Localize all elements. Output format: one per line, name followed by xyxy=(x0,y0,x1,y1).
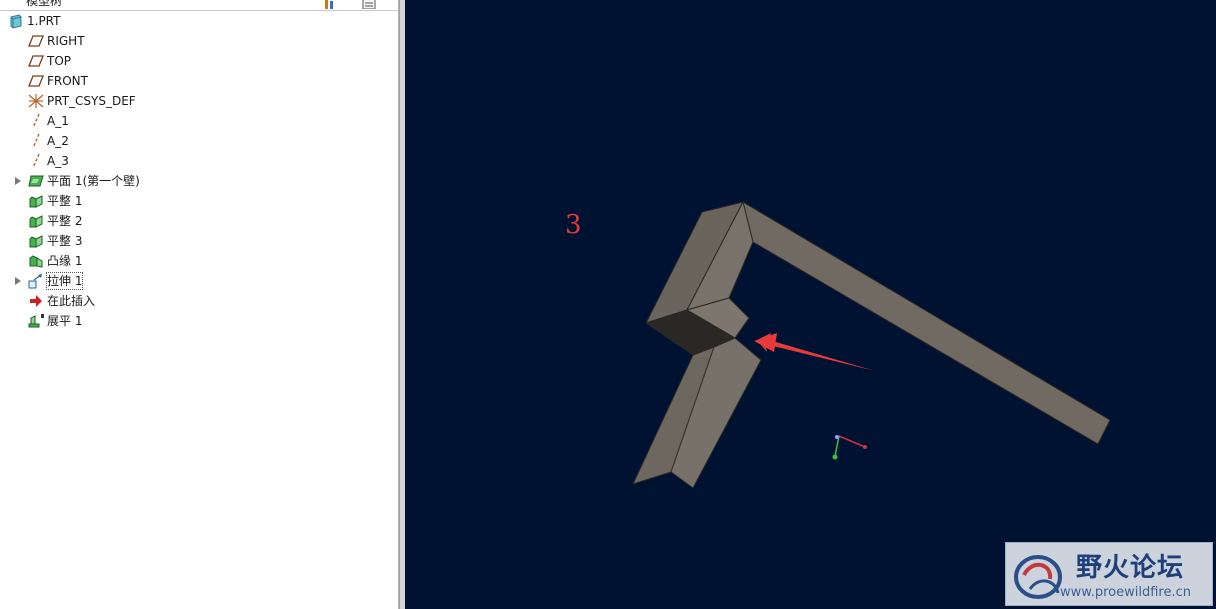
tree-item[interactable]: 平整 1 xyxy=(0,191,398,211)
tree-item-label: 1.PRT xyxy=(27,14,61,28)
tree-item[interactable]: 拉伸 1 xyxy=(0,271,398,291)
watermark-title: 野火论坛 xyxy=(1076,553,1185,583)
long-flange-side xyxy=(742,201,1111,445)
tree-item[interactable]: A_3 xyxy=(0,151,398,171)
forum-watermark: 野火论坛 www.proewildfire.cn xyxy=(1005,542,1213,606)
tree-item-label: A_1 xyxy=(47,114,69,128)
sheetmetal-wall-icon xyxy=(28,173,44,189)
model-tree: 1.PRT RIGHT TOP FRONT PRT_CSYS_DEF A_1 A_2 A_3 平… xyxy=(0,11,398,331)
model-tree-panel: 模型树 1.PRT RIGHT TOP FRONT PRT_CSYS_DEF A_1 A_2… xyxy=(0,0,399,609)
tree-item[interactable]: TOP xyxy=(0,51,398,71)
panel-header: 模型树 xyxy=(0,0,398,11)
tree-item-label: 在此插入 xyxy=(47,294,96,308)
tree-item-label: TOP xyxy=(47,54,72,68)
panel-title: 模型树 xyxy=(26,0,63,8)
graphics-viewport[interactable]: 3 野火论坛 www.proewildfire.cn xyxy=(405,0,1216,609)
tree-item-label: FRONT xyxy=(47,74,88,88)
datum-plane-icon xyxy=(28,73,44,89)
tree-item[interactable]: FRONT xyxy=(0,71,398,91)
tree-item[interactable]: 1.PRT xyxy=(0,11,398,31)
flat-wall-icon xyxy=(28,193,44,209)
datum-plane-icon xyxy=(28,33,44,49)
annotation-number: 3 xyxy=(565,210,582,240)
coordinate-system-icon xyxy=(28,93,44,109)
tree-item[interactable]: A_1 xyxy=(0,111,398,131)
coordinate-triad-icon xyxy=(832,435,867,460)
tree-item-label: 展平 1 xyxy=(47,314,83,328)
unbend-icon xyxy=(28,313,44,329)
tree-item-label: 凸缘 1 xyxy=(47,254,83,268)
flange-icon xyxy=(28,253,44,269)
expand-arrow-icon[interactable] xyxy=(13,274,23,288)
tree-item[interactable]: A_2 xyxy=(0,131,398,151)
tree-item-label: A_3 xyxy=(47,154,69,168)
tree-item[interactable]: 平整 3 xyxy=(0,231,398,251)
tree-item-label: 平面 1(第一个壁) xyxy=(47,174,140,188)
tree-item-label: 拉伸 1 xyxy=(45,272,84,290)
tree-item[interactable]: 平面 1(第一个壁) xyxy=(0,171,398,191)
datum-axis-icon xyxy=(28,133,44,149)
tree-item[interactable]: 展平 1 xyxy=(0,311,398,331)
tree-item-label: 平整 1 xyxy=(47,194,83,208)
sheetmetal-model[interactable] xyxy=(632,201,1111,489)
datum-axis-icon xyxy=(28,153,44,169)
tree-item[interactable]: 平整 2 xyxy=(0,211,398,231)
extrude-icon xyxy=(28,273,44,289)
show-menu-icon[interactable] xyxy=(362,0,376,10)
tree-item-label: A_2 xyxy=(47,134,69,148)
flat-wall-icon xyxy=(28,213,44,229)
tree-item-label: 平整 2 xyxy=(47,214,83,228)
annotation-arrow xyxy=(754,333,875,371)
tree-settings-icon[interactable] xyxy=(322,0,336,9)
tree-item[interactable]: 在此插入 xyxy=(0,291,398,311)
tree-item-label: RIGHT xyxy=(47,34,85,48)
tree-item[interactable]: PRT_CSYS_DEF xyxy=(0,91,398,111)
tree-item-label: PRT_CSYS_DEF xyxy=(47,94,136,108)
tree-item-label: 平整 3 xyxy=(47,234,83,248)
insert-here-arrow-icon xyxy=(28,293,44,309)
watermark-url: www.proewildfire.cn xyxy=(1060,585,1191,600)
tree-item[interactable]: 凸缘 1 xyxy=(0,251,398,271)
part-icon xyxy=(8,13,24,29)
datum-plane-icon xyxy=(28,53,44,69)
tree-item[interactable]: RIGHT xyxy=(0,31,398,51)
flat-wall-icon xyxy=(28,233,44,249)
expand-arrow-icon[interactable] xyxy=(13,174,23,188)
datum-axis-icon xyxy=(28,113,44,129)
